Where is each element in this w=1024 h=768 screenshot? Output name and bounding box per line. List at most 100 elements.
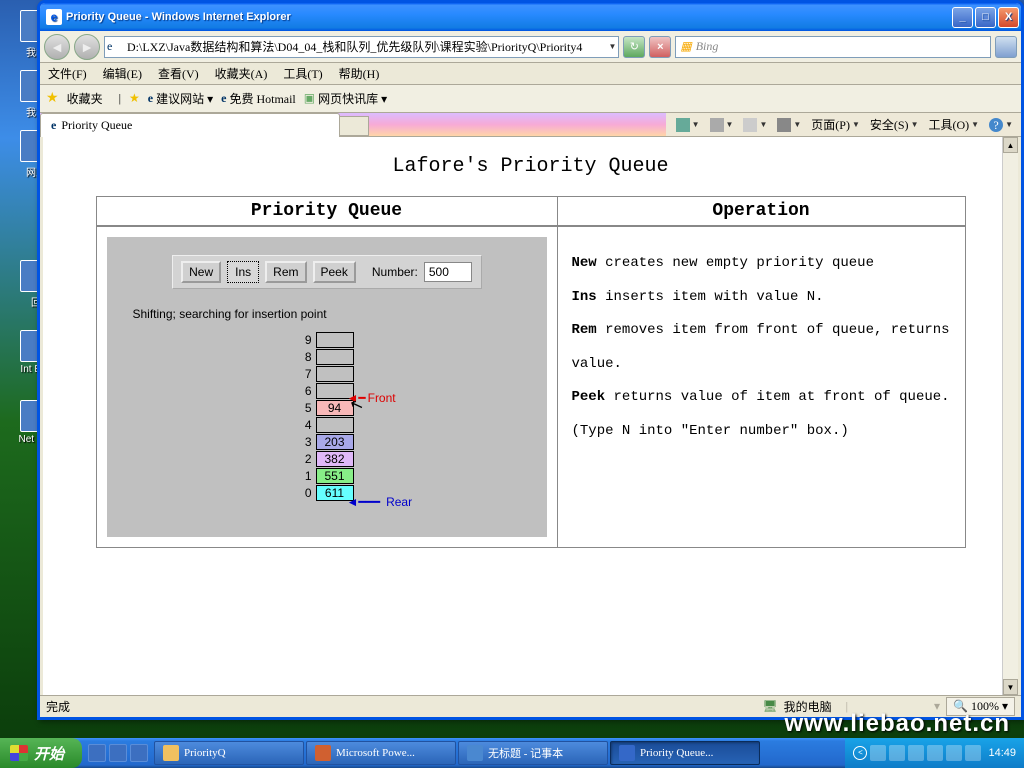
- help-icon: ?: [989, 118, 1003, 132]
- queue-cell: 203: [316, 434, 354, 450]
- cell-index: 0: [296, 486, 312, 500]
- cell-index: 6: [296, 384, 312, 398]
- scroll-down-button[interactable]: ▼: [1003, 679, 1018, 695]
- cell-row: 8: [296, 348, 354, 365]
- cell-row: 1551: [296, 467, 354, 484]
- rear-arrow: ◄━━━ Rear: [347, 495, 413, 509]
- quicklaunch-app[interactable]: [130, 744, 148, 762]
- ins-button[interactable]: Ins: [227, 261, 259, 283]
- minimize-button[interactable]: _: [952, 7, 973, 28]
- back-button[interactable]: ◄: [44, 34, 70, 60]
- number-label: Number:: [372, 265, 418, 279]
- tray-icon[interactable]: [870, 745, 886, 761]
- ie-page-icon: e: [51, 118, 56, 133]
- forward-button[interactable]: ►: [74, 34, 100, 60]
- cell-row: 594: [296, 399, 354, 416]
- cell-index: 5: [296, 401, 312, 415]
- taskbar-task[interactable]: PriorityQ: [154, 741, 304, 765]
- op-line: New creates new empty priority queue: [572, 247, 951, 281]
- nav-toolbar: ◄ ► e D:\LXZ\Java数据结构和算法\D04_04_栈和队列_优先级…: [40, 31, 1021, 63]
- tools-menu[interactable]: 工具(O) ▼: [928, 116, 979, 133]
- refresh-button[interactable]: ↻: [623, 36, 645, 58]
- address-dropdown-icon[interactable]: ▼: [608, 42, 616, 51]
- scroll-up-button[interactable]: ▲: [1003, 137, 1018, 153]
- search-box[interactable]: ▦ Bing: [675, 36, 991, 58]
- tray-icon[interactable]: [946, 745, 962, 761]
- taskbar-task[interactable]: 无标题 - 记事本: [458, 741, 608, 765]
- cell-row: 4: [296, 416, 354, 433]
- tray-icon[interactable]: [889, 745, 905, 761]
- fav-link-suggested[interactable]: e建议网站 ▾: [148, 90, 213, 107]
- op-line: Ins inserts item with value N.: [572, 281, 951, 315]
- menu-view[interactable]: 查看(V): [158, 65, 199, 82]
- tray-icon[interactable]: [927, 745, 943, 761]
- favorites-label[interactable]: 收藏夹: [67, 90, 103, 107]
- rem-button[interactable]: Rem: [265, 261, 306, 283]
- applet-area: New Ins Rem Peek Number: Shifting; searc…: [107, 237, 547, 537]
- tray-expand-icon[interactable]: <: [853, 746, 867, 760]
- menu-bar: 文件(F) 编辑(E) 查看(V) 收藏夹(A) 工具(T) 帮助(H): [40, 63, 1021, 85]
- queue-cell: [316, 366, 354, 382]
- main-layout-table: Priority Queue Operation New Ins Rem Pee…: [96, 196, 966, 548]
- page-content: Lafore's Priority Queue Priority Queue O…: [43, 137, 1018, 695]
- mail-button[interactable]: ▼: [743, 118, 767, 132]
- mail-icon: [743, 118, 757, 132]
- print-button[interactable]: ▼: [777, 118, 801, 132]
- cell-row: 3203: [296, 433, 354, 450]
- status-text: Shifting; searching for insertion point: [133, 307, 533, 321]
- vertical-scrollbar[interactable]: ▲ ▼: [1002, 137, 1018, 695]
- tab-bar: e Priority Queue ▼ ▼ ▼ ▼ 页面(P) ▼ 安全(S) ▼…: [40, 113, 1021, 137]
- left-heading: Priority Queue: [97, 197, 557, 226]
- task-icon: [619, 745, 635, 761]
- queue-cell: [316, 349, 354, 365]
- status-done: 完成: [46, 698, 70, 715]
- start-button[interactable]: 开始: [0, 738, 82, 768]
- menu-tools[interactable]: 工具(T): [283, 65, 322, 82]
- taskbar-task[interactable]: Priority Queue...: [610, 741, 760, 765]
- number-input[interactable]: [424, 262, 472, 282]
- safety-menu[interactable]: 安全(S) ▼: [870, 116, 919, 133]
- stop-button[interactable]: ×: [649, 36, 671, 58]
- tab-priority-queue[interactable]: e Priority Queue: [40, 113, 340, 137]
- peek-button[interactable]: Peek: [313, 261, 356, 283]
- cell-index: 9: [296, 333, 312, 347]
- tray-icon[interactable]: [965, 745, 981, 761]
- cell-index: 8: [296, 350, 312, 364]
- home-icon: [676, 118, 690, 132]
- quicklaunch-desktop[interactable]: [109, 744, 127, 762]
- titlebar[interactable]: e Priority Queue - Windows Internet Expl…: [40, 3, 1021, 31]
- fav-link-webslices[interactable]: ▣网页快讯库 ▾: [304, 90, 387, 107]
- clock[interactable]: 14:49: [988, 747, 1016, 759]
- new-button[interactable]: New: [181, 261, 221, 283]
- help-button[interactable]: ?▼: [989, 118, 1013, 132]
- favorites-star-icon[interactable]: ★: [46, 90, 59, 107]
- menu-favorites[interactable]: 收藏夹(A): [215, 65, 268, 82]
- rss-icon: [710, 118, 724, 132]
- watermark: www.liebao.net.cn: [785, 710, 1010, 738]
- right-heading: Operation: [558, 197, 965, 226]
- new-tab-button[interactable]: [339, 116, 369, 136]
- add-favorite-icon[interactable]: ★: [129, 91, 140, 106]
- address-bar[interactable]: e D:\LXZ\Java数据结构和算法\D04_04_栈和队列_优先级队列\课…: [104, 36, 619, 58]
- menu-edit[interactable]: 编辑(E): [103, 65, 142, 82]
- cell-row: 0611: [296, 484, 354, 501]
- feeds-button[interactable]: ▼: [710, 118, 734, 132]
- zone-icon: 🖥: [762, 699, 777, 714]
- quicklaunch-ie[interactable]: [88, 744, 106, 762]
- windows-flag-icon: [10, 745, 28, 761]
- fav-link-hotmail[interactable]: e免费 Hotmail: [221, 90, 296, 107]
- taskbar-task[interactable]: Microsoft Powe...: [306, 741, 456, 765]
- op-hint: (Type N into "Enter number" box.): [572, 415, 951, 449]
- menu-file[interactable]: 文件(F): [48, 65, 87, 82]
- menu-help[interactable]: 帮助(H): [339, 65, 380, 82]
- cell-index: 7: [296, 367, 312, 381]
- cell-index: 4: [296, 418, 312, 432]
- queue-cell: 551: [316, 468, 354, 484]
- maximize-button[interactable]: □: [975, 7, 996, 28]
- quicklaunch: [82, 744, 154, 762]
- tray-icon[interactable]: [908, 745, 924, 761]
- home-button[interactable]: ▼: [676, 118, 700, 132]
- search-button[interactable]: [995, 36, 1017, 58]
- page-menu[interactable]: 页面(P) ▼: [811, 116, 860, 133]
- close-button[interactable]: X: [998, 7, 1019, 28]
